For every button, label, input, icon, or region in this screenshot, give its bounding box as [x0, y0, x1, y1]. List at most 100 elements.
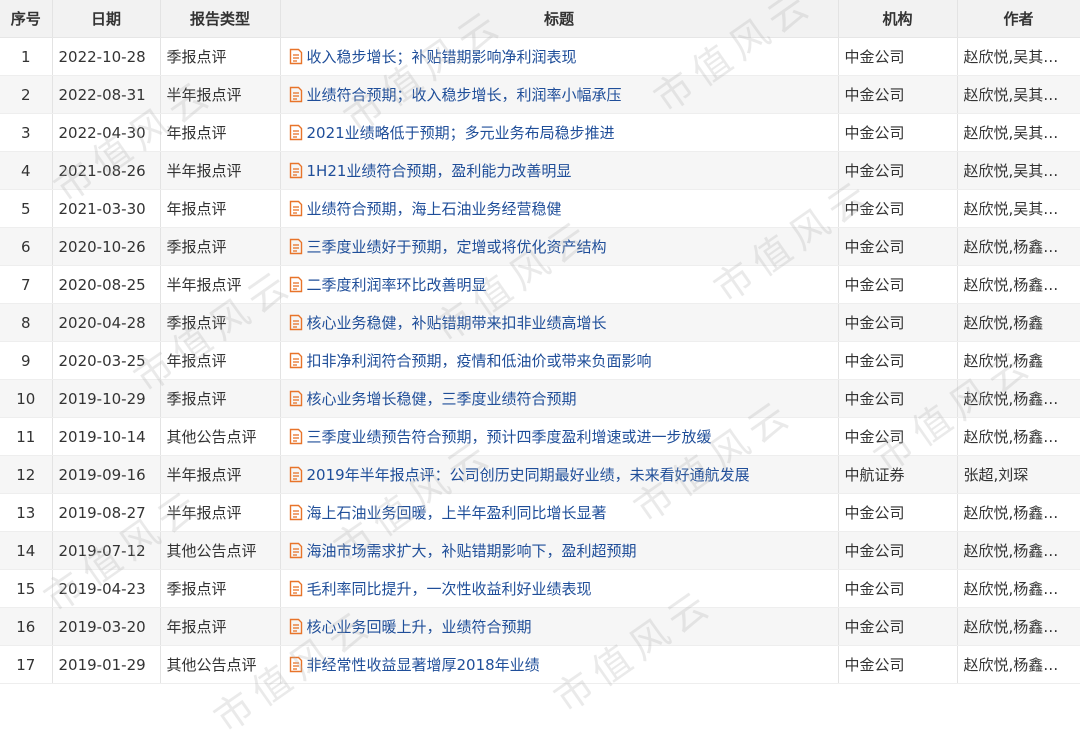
document-icon[interactable] — [289, 466, 303, 483]
row-org: 中航证券 — [838, 455, 958, 494]
report-title-link[interactable]: 核心业务回暖上升，业绩符合预期 — [307, 618, 532, 636]
report-title-link[interactable]: 业绩符合预期，海上石油业务经营稳健 — [307, 200, 562, 218]
table-row[interactable]: 16 2019-03-20 年报点评 核心业务回暖上升，业绩符合预期 中金公司 赵欣悦,杨… — [0, 607, 1080, 646]
row-date: 2021-08-26 — [52, 151, 161, 190]
row-author: 赵欣悦,杨鑫… — [957, 417, 1080, 456]
row-type: 其他公告点评 — [160, 417, 281, 456]
row-org: 中金公司 — [838, 417, 958, 456]
report-title-link[interactable]: 核心业务增长稳健，三季度业绩符合预期 — [307, 390, 577, 408]
row-number: 13 — [0, 493, 53, 532]
row-number: 11 — [0, 417, 53, 456]
row-author: 赵欣悦,杨鑫… — [957, 607, 1080, 646]
table-row[interactable]: 14 2019-07-12 其他公告点评 海油市场需求扩大，补贴错期影响下，盈利超预期… — [0, 531, 1080, 570]
report-title-link[interactable]: 二季度利润率环比改善明显 — [307, 276, 487, 294]
row-org: 中金公司 — [838, 151, 958, 190]
report-title-link[interactable]: 1H21业绩符合预期，盈利能力改善明显 — [307, 162, 572, 180]
table-row[interactable]: 11 2019-10-14 其他公告点评 三季度业绩预告符合预期，预计四季度盈利增速或… — [0, 417, 1080, 456]
row-number: 17 — [0, 645, 53, 684]
header-title[interactable]: 标题 — [280, 0, 839, 38]
row-number: 1 — [0, 37, 53, 76]
report-title-link[interactable]: 海上石油业务回暖，上半年盈利同比增长显著 — [307, 504, 607, 522]
row-author: 赵欣悦,杨鑫 — [957, 341, 1080, 380]
row-org: 中金公司 — [838, 113, 958, 152]
row-date: 2019-01-29 — [52, 645, 161, 684]
row-author: 赵欣悦,吴其… — [957, 75, 1080, 114]
document-icon[interactable] — [289, 580, 303, 597]
row-title-cell: 三季度业绩预告符合预期，预计四季度盈利增速或进一步放缓 — [280, 417, 839, 456]
document-icon[interactable] — [289, 162, 303, 179]
document-icon[interactable] — [289, 542, 303, 559]
row-title-cell: 业绩符合预期；收入稳步增长，利润率小幅承压 — [280, 75, 839, 114]
header-date[interactable]: 日期 — [52, 0, 161, 38]
row-title-cell: 扣非净利润符合预期，疫情和低油价或带来负面影响 — [280, 341, 839, 380]
row-date: 2020-10-26 — [52, 227, 161, 266]
reports-table: 序号 日期 报告类型 标题 机构 作者 1 2022-10-28 季报点评 收入稳步增… — [0, 0, 1080, 684]
report-title-link[interactable]: 三季度业绩好于预期，定增或将优化资产结构 — [307, 238, 607, 256]
table-row[interactable]: 3 2022-04-30 年报点评 2021业绩略低于预期；多元业务布局稳步推进 中金公… — [0, 113, 1080, 152]
report-title-link[interactable]: 收入稳步增长；补贴错期影响净利润表现 — [307, 48, 577, 66]
document-icon[interactable] — [289, 504, 303, 521]
report-title-link[interactable]: 海油市场需求扩大，补贴错期影响下，盈利超预期 — [307, 542, 637, 560]
document-icon[interactable] — [289, 428, 303, 445]
row-date: 2022-08-31 — [52, 75, 161, 114]
row-type: 季报点评 — [160, 303, 281, 342]
row-author: 赵欣悦,杨鑫… — [957, 379, 1080, 418]
row-title-cell: 毛利率同比提升，一次性收益利好业绩表现 — [280, 569, 839, 608]
header-type[interactable]: 报告类型 — [160, 0, 281, 38]
row-title-cell: 三季度业绩好于预期，定增或将优化资产结构 — [280, 227, 839, 266]
row-org: 中金公司 — [838, 379, 958, 418]
row-date: 2019-08-27 — [52, 493, 161, 532]
report-title-link[interactable]: 业绩符合预期；收入稳步增长，利润率小幅承压 — [307, 86, 622, 104]
table-row[interactable]: 15 2019-04-23 季报点评 毛利率同比提升，一次性收益利好业绩表现 中金公司赵… — [0, 569, 1080, 608]
table-row[interactable]: 9 2020-03-25 年报点评 扣非净利润符合预期，疫情和低油价或带来负面影响 中金… — [0, 341, 1080, 380]
row-org: 中金公司 — [838, 569, 958, 608]
document-icon[interactable] — [289, 314, 303, 331]
header-author[interactable]: 作者 — [957, 0, 1080, 38]
report-title-link[interactable]: 2019年半年报点评：公司创历史同期最好业绩，未来看好通航发展 — [307, 466, 750, 484]
row-date: 2019-10-29 — [52, 379, 161, 418]
table-row[interactable]: 10 2019-10-29 季报点评 核心业务增长稳健，三季度业绩符合预期 中金公司 赵欣… — [0, 379, 1080, 418]
row-number: 7 — [0, 265, 53, 304]
row-title-cell: 收入稳步增长；补贴错期影响净利润表现 — [280, 37, 839, 76]
table-row[interactable]: 4 2021-08-26 半年报点评 1H21业绩符合预期，盈利能力改善明显 中金公司赵… — [0, 151, 1080, 190]
document-icon[interactable] — [289, 124, 303, 141]
row-date: 2022-04-30 — [52, 113, 161, 152]
row-title-cell: 业绩符合预期，海上石油业务经营稳健 — [280, 189, 839, 228]
report-title-link[interactable]: 三季度业绩预告符合预期，预计四季度盈利增速或进一步放缓 — [307, 428, 712, 446]
document-icon[interactable] — [289, 86, 303, 103]
report-title-link[interactable]: 扣非净利润符合预期，疫情和低油价或带来负面影响 — [307, 352, 652, 370]
document-icon[interactable] — [289, 238, 303, 255]
document-icon[interactable] — [289, 276, 303, 293]
row-title-cell: 海上石油业务回暖，上半年盈利同比增长显著 — [280, 493, 839, 532]
document-icon[interactable] — [289, 48, 303, 65]
table-row[interactable]: 1 2022-10-28 季报点评 收入稳步增长；补贴错期影响净利润表现 中金公司 赵欣悦… — [0, 37, 1080, 76]
header-no[interactable]: 序号 — [0, 0, 53, 38]
table-row[interactable]: 13 2019-08-27 半年报点评 海上石油业务回暖，上半年盈利同比增长显著 中金公… — [0, 493, 1080, 532]
table-row[interactable]: 5 2021-03-30 年报点评 业绩符合预期，海上石油业务经营稳健 中金公司 赵欣悦,… — [0, 189, 1080, 228]
document-icon[interactable] — [289, 618, 303, 635]
row-number: 2 — [0, 75, 53, 114]
table-row[interactable]: 8 2020-04-28 季报点评 核心业务稳健，补贴错期带来扣非业绩高增长 中金公司赵… — [0, 303, 1080, 342]
row-date: 2019-03-20 — [52, 607, 161, 646]
report-title-link[interactable]: 毛利率同比提升，一次性收益利好业绩表现 — [307, 580, 592, 598]
row-org: 中金公司 — [838, 227, 958, 266]
table-row[interactable]: 12 2019-09-16 半年报点评 2019年半年报点评：公司创历史同期最好业绩，… — [0, 455, 1080, 494]
document-icon[interactable] — [289, 390, 303, 407]
row-type: 季报点评 — [160, 37, 281, 76]
table-row[interactable]: 2 2022-08-31 半年报点评 业绩符合预期；收入稳步增长，利润率小幅承压 中金公… — [0, 75, 1080, 114]
report-title-link[interactable]: 核心业务稳健，补贴错期带来扣非业绩高增长 — [307, 314, 607, 332]
document-icon[interactable] — [289, 200, 303, 217]
row-title-cell: 核心业务回暖上升，业绩符合预期 — [280, 607, 839, 646]
table-row[interactable]: 17 2019-01-29 其他公告点评 非经常性收益显著增厚2018年业绩 中金公司赵… — [0, 645, 1080, 684]
table-row[interactable]: 6 2020-10-26 季报点评 三季度业绩好于预期，定增或将优化资产结构 中金公司赵… — [0, 227, 1080, 266]
row-number: 6 — [0, 227, 53, 266]
row-type: 半年报点评 — [160, 265, 281, 304]
header-org[interactable]: 机构 — [838, 0, 958, 38]
row-date: 2019-10-14 — [52, 417, 161, 456]
document-icon[interactable] — [289, 656, 303, 673]
table-row[interactable]: 7 2020-08-25 半年报点评 二季度利润率环比改善明显 中金公司 赵欣悦,杨鑫… — [0, 265, 1080, 304]
row-type: 半年报点评 — [160, 455, 281, 494]
report-title-link[interactable]: 2021业绩略低于预期；多元业务布局稳步推进 — [307, 124, 615, 142]
document-icon[interactable] — [289, 352, 303, 369]
report-title-link[interactable]: 非经常性收益显著增厚2018年业绩 — [307, 656, 540, 674]
